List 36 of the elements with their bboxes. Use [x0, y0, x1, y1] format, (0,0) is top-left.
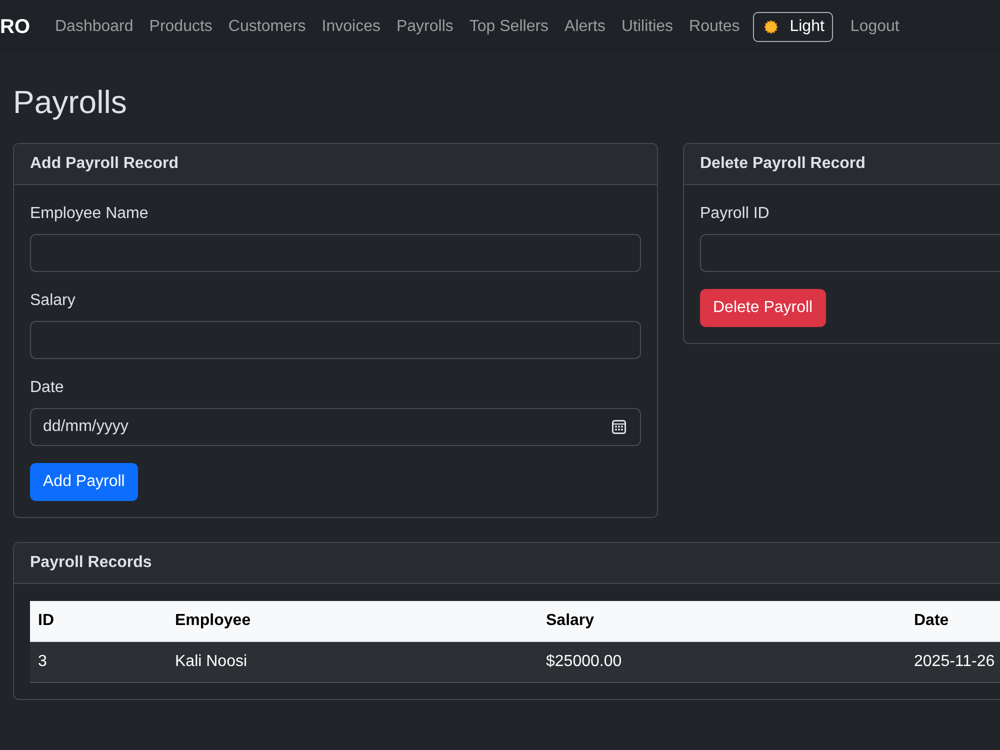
nav-link[interactable]: Invoices — [314, 15, 388, 39]
field-label: Date — [30, 378, 65, 398]
table-cell: 2025-11-26 — [906, 642, 1000, 683]
nav-link[interactable]: Products — [141, 15, 220, 39]
nav-link[interactable]: Customers — [220, 15, 314, 39]
page-title: Payrolls — [13, 83, 128, 122]
column-header: Date — [906, 601, 1000, 642]
nav-link[interactable]: Payrolls — [388, 15, 462, 39]
sun-icon — [764, 20, 778, 34]
brand-name[interactable]: RO — [0, 15, 30, 39]
logout-link[interactable]: Logout — [842, 15, 908, 39]
input-field[interactable] — [700, 234, 1000, 272]
column-header: Employee — [167, 601, 538, 642]
input-field[interactable] — [30, 321, 641, 360]
calendar-icon[interactable] — [612, 420, 626, 434]
card-header: Payroll Records — [14, 543, 1000, 584]
delete-button[interactable]: Delete Payroll — [700, 289, 826, 328]
card-header: Delete Payroll Record — [684, 144, 1000, 186]
table-cell: 3 — [30, 642, 167, 683]
submit-button[interactable]: Add Payroll — [30, 463, 138, 502]
card-header: Add Payroll Record — [14, 144, 657, 186]
field-label: Payroll ID — [700, 204, 770, 224]
nav-link[interactable]: Utilities — [613, 15, 682, 39]
nav-link[interactable]: Alerts — [556, 15, 614, 39]
nav-link[interactable]: Top Sellers — [461, 15, 557, 39]
nav-link[interactable]: Dashboard — [47, 15, 142, 39]
theme-toggle-button[interactable]: Light — [752, 12, 834, 42]
field-label: Employee Name — [30, 204, 150, 224]
nav-link[interactable]: Routes — [681, 15, 748, 39]
column-header: Salary — [538, 601, 906, 642]
input-field[interactable] — [30, 234, 641, 272]
table-cell: $25000.00 — [538, 642, 906, 683]
column-header: ID — [30, 601, 167, 642]
field-label: Salary — [30, 291, 76, 312]
table-cell: Kali Noosi — [167, 642, 538, 683]
date-field[interactable]: dd/mm/yyyy — [30, 408, 641, 446]
